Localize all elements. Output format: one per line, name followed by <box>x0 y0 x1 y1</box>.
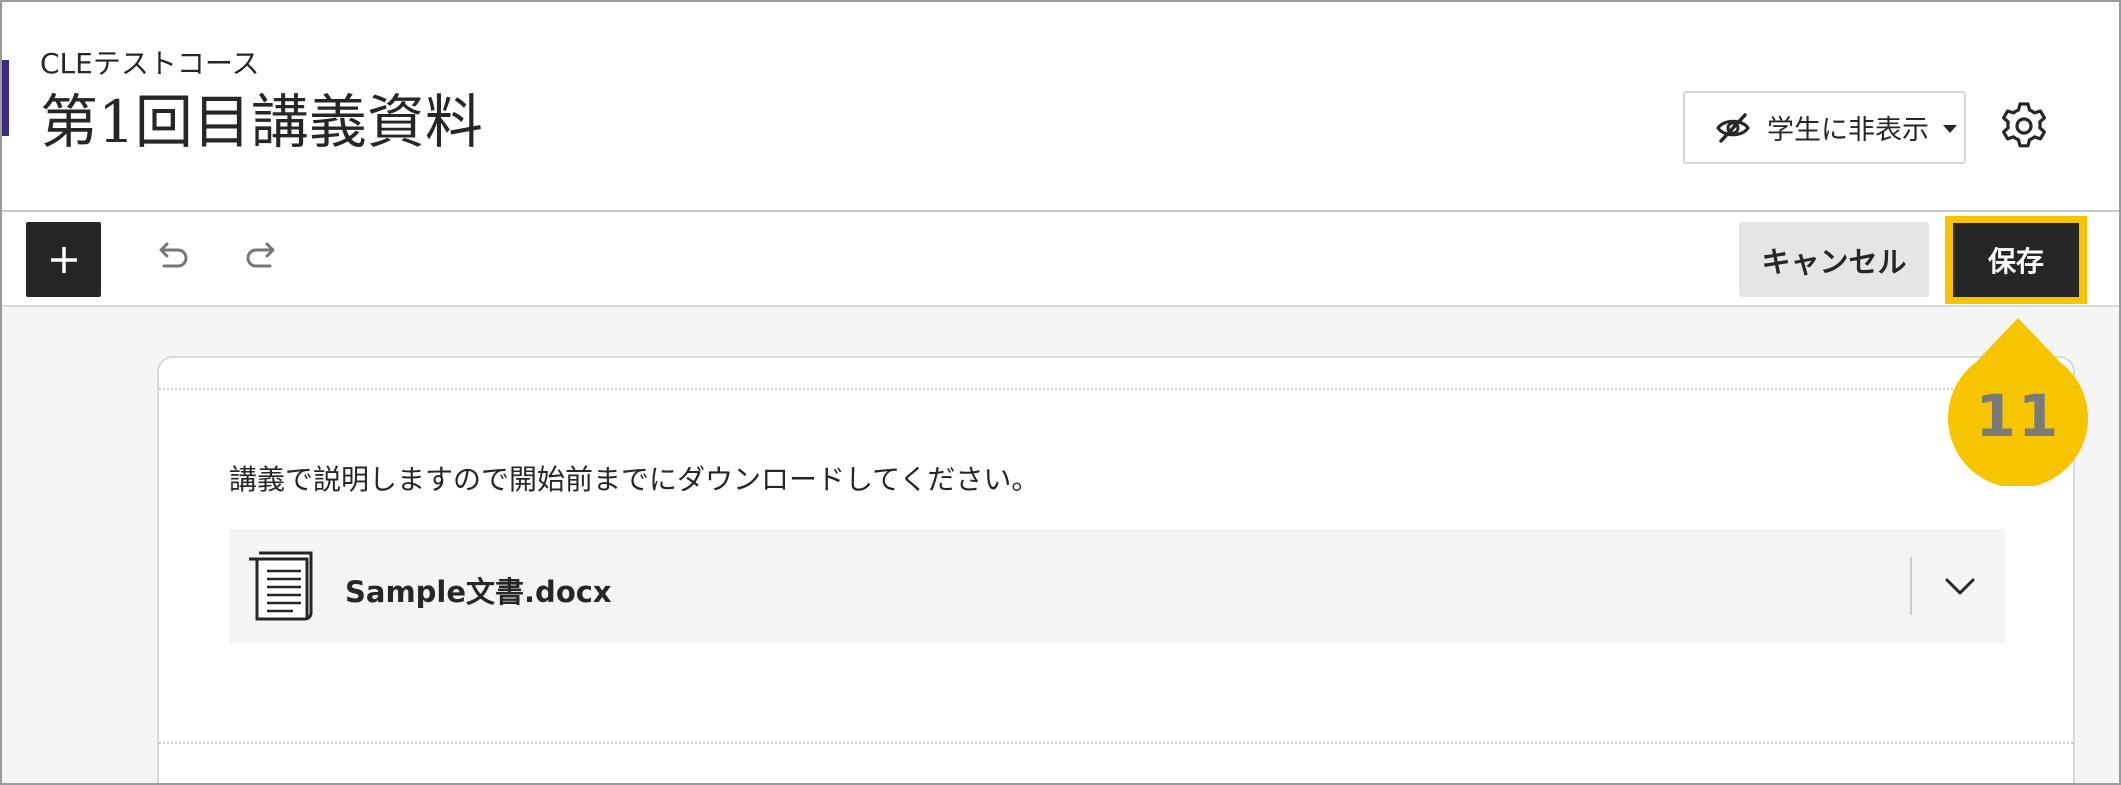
visibility-label: 学生に非表示 <box>1767 115 1929 146</box>
step-callout: 11 <box>1948 318 2088 488</box>
course-name: CLEテストコース <box>40 47 260 80</box>
redo-icon[interactable] <box>242 238 282 278</box>
attachment-row[interactable]: Sample文書.docx <box>229 529 2005 643</box>
plus-icon <box>50 246 77 273</box>
gear-icon[interactable] <box>1998 100 2050 152</box>
editor-toolbar: キャンセル 保存 <box>2 210 2119 307</box>
chevron-down-icon[interactable] <box>1941 567 1979 605</box>
dotted-divider <box>159 388 2073 390</box>
accent-bar <box>2 60 9 136</box>
cancel-button[interactable]: キャンセル <box>1739 222 1929 297</box>
add-content-button[interactable] <box>26 222 101 297</box>
undo-icon[interactable] <box>152 238 192 278</box>
save-button[interactable]: 保存 <box>1953 223 2079 297</box>
step-number: 11 <box>1975 382 2061 450</box>
eye-slash-icon <box>1716 112 1750 143</box>
page-header: CLEテストコース 第1回目講義資料 学生に非表示 <box>2 2 2119 210</box>
document-icon <box>249 551 313 621</box>
app-frame: CLEテストコース 第1回目講義資料 学生に非表示 キャンセル 保存 講義で説明… <box>0 0 2121 785</box>
content-card: 講義で説明しますので開始前までにダウンロードしてください。 Sample文書.d… <box>157 356 2075 783</box>
save-button-highlight: 保存 <box>1945 216 2087 304</box>
caret-down-icon <box>1943 124 1957 133</box>
visibility-dropdown[interactable]: 学生に非表示 <box>1683 91 1966 164</box>
content-area: 講義で説明しますので開始前までにダウンロードしてください。 Sample文書.d… <box>2 307 2119 783</box>
row-divider <box>1910 557 1912 615</box>
description-text[interactable]: 講義で説明しますので開始前までにダウンロードしてください。 <box>229 458 1039 498</box>
page-title: 第1回目講義資料 <box>40 88 483 156</box>
dotted-divider <box>159 742 2073 744</box>
attachment-file-name[interactable]: Sample文書.docx <box>345 569 612 611</box>
